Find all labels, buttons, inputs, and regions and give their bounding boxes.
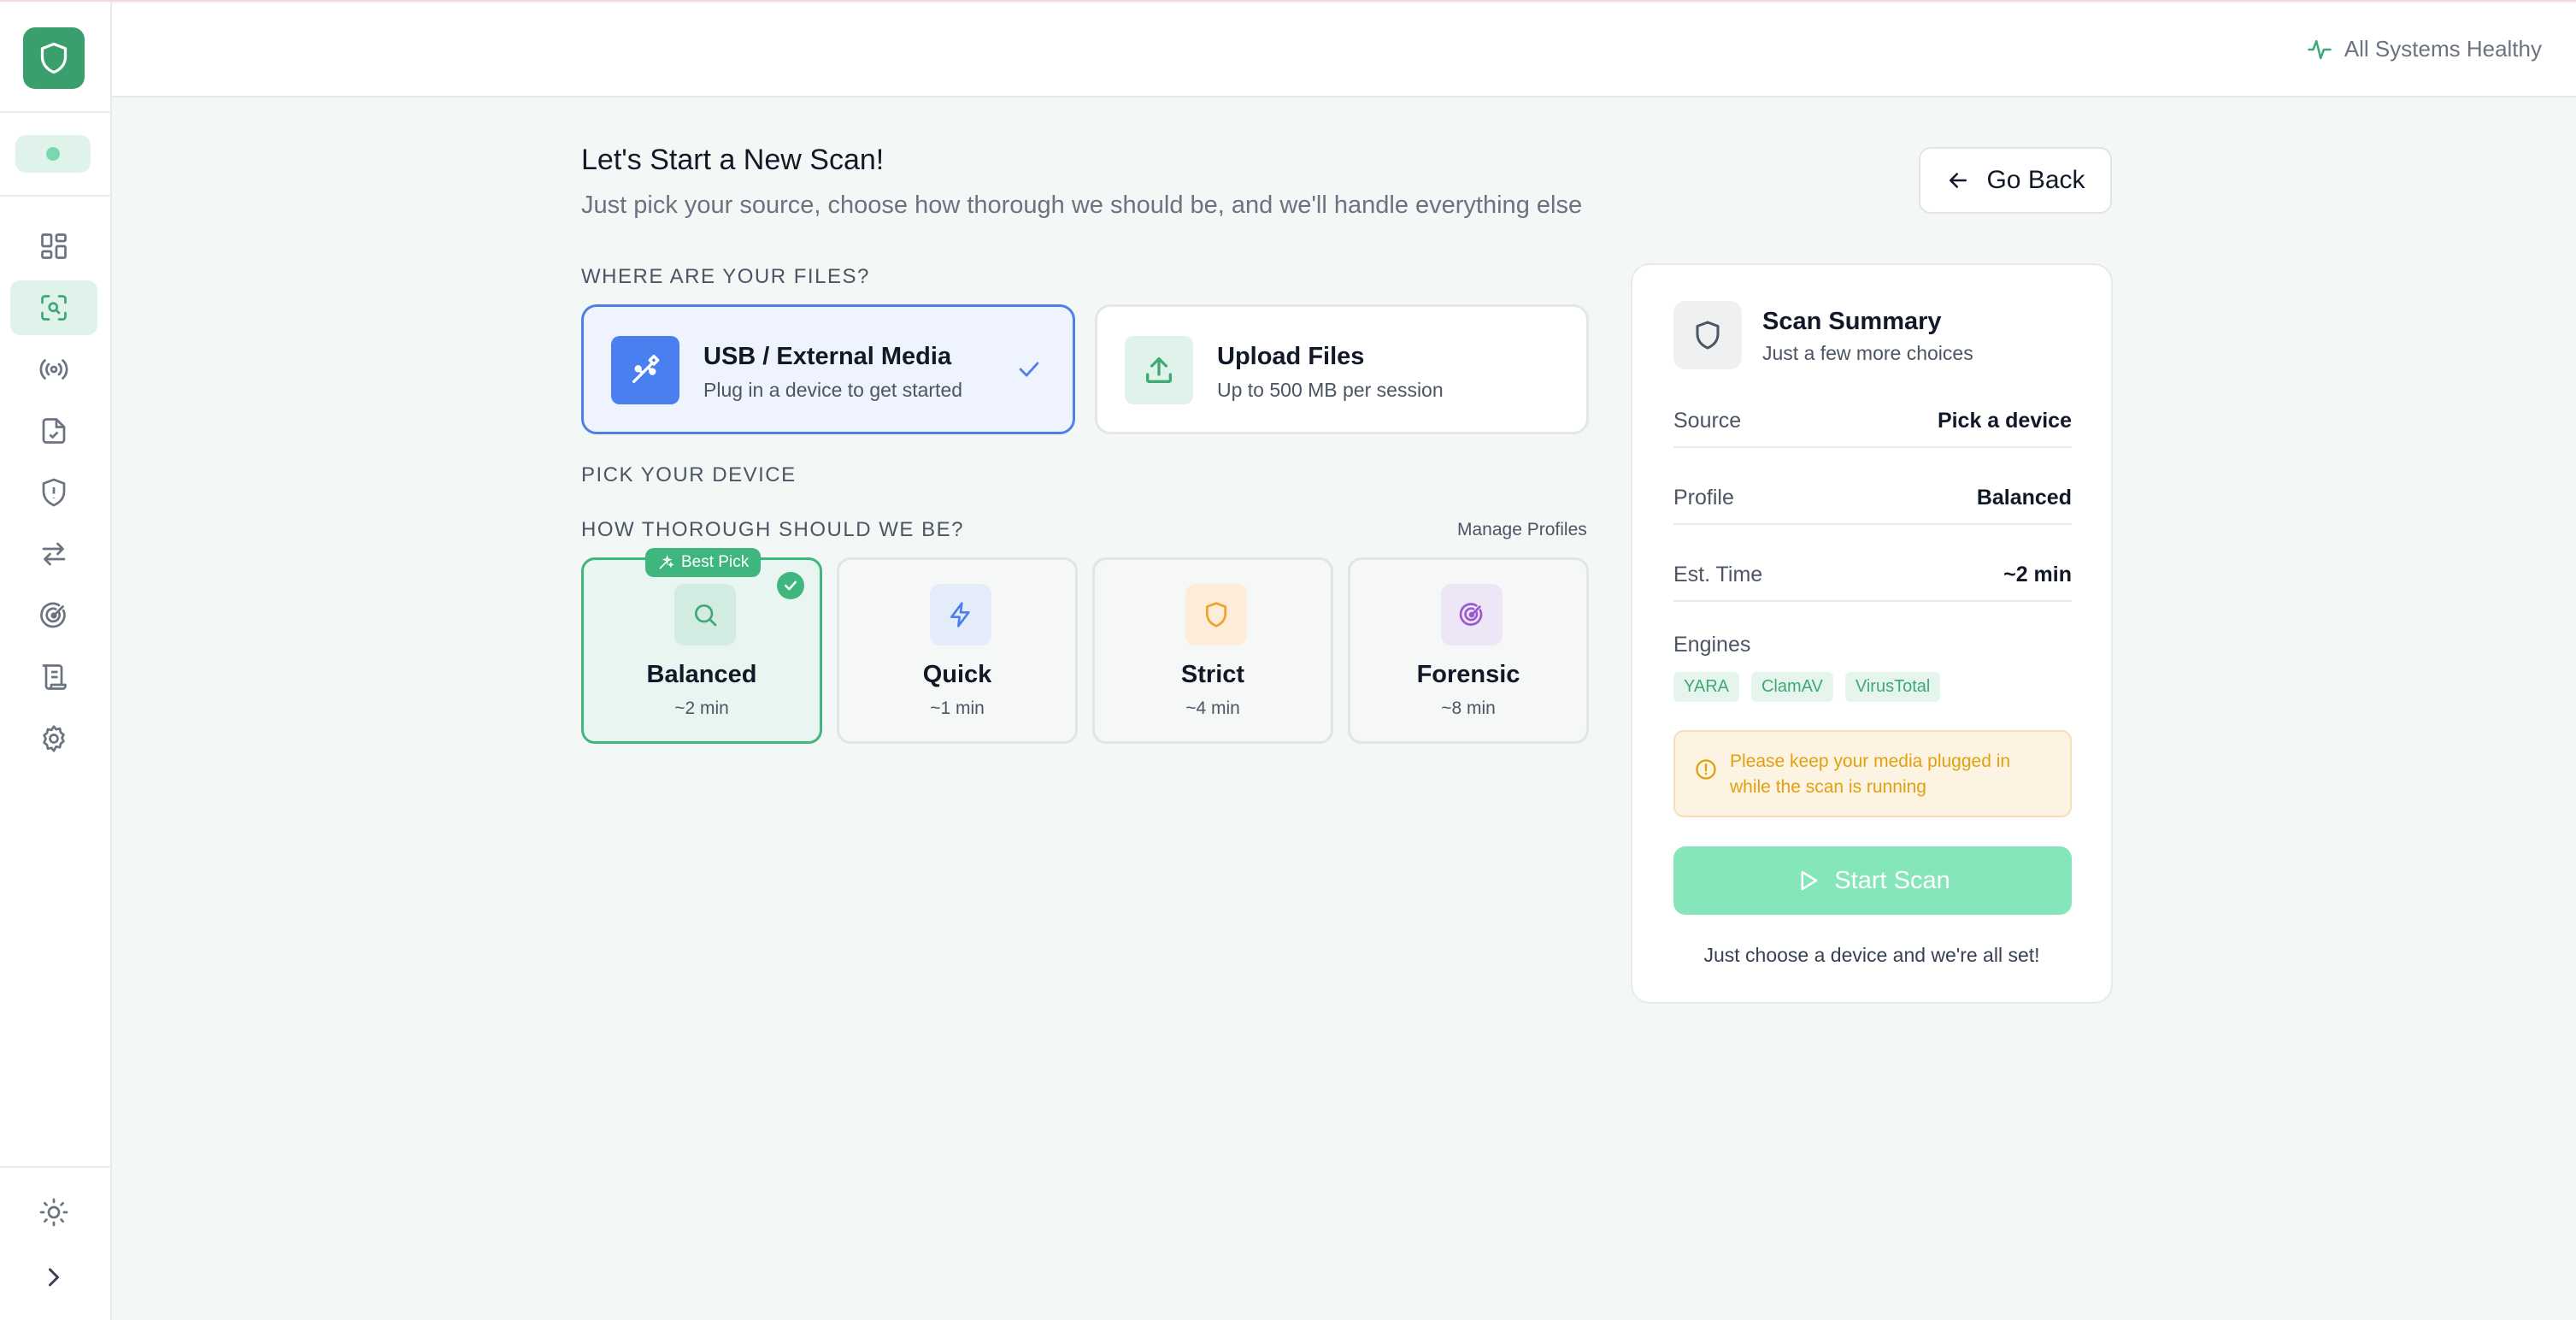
sidebar-divider [0,111,110,113]
summary-row-source: Source Pick a device [1673,409,2072,448]
sidebar-item-settings[interactable] [10,711,97,766]
alert-circle-icon [1696,759,1716,780]
scan-summary-panel: Scan Summary Just a few more choices Sou… [1631,263,2113,1004]
shield-alert-icon [42,478,66,507]
source-desc: Up to 500 MB per session [1217,379,1444,401]
engine-tags: YARA ClamAV VirusTotal [1673,672,1941,702]
best-pick-badge: Best Pick [645,548,762,577]
sidebar [0,2,112,1320]
shield-logo-icon [40,42,68,74]
sidebar-item-dashboard[interactable] [10,219,97,274]
profile-card-balanced[interactable]: Best Pick Balanced ~2 min [581,548,822,744]
page-title: Let's Start a New Scan! [581,144,885,176]
start-scan-label: Start Scan [1834,866,1950,894]
scan-icon [41,295,67,321]
profile-name: Quick [922,661,992,688]
play-icon [1801,870,1818,891]
files-section-label: WHERE ARE YOUR FILES? [581,265,870,288]
warning-notice: Please keep your media plugged in while … [1673,730,2072,817]
radar-icon [1441,584,1503,645]
shield-icon [1185,584,1247,645]
source-card-usb[interactable]: USB / External Media Plug in a device to… [581,304,1075,434]
shield-icon [1673,301,1742,369]
top-bar: All Systems Healthy [112,3,2576,97]
summary-row-value: Pick a device [1937,409,2072,433]
dashboard-icon [41,233,67,259]
profile-card-strict[interactable]: Strict ~4 min [1092,557,1333,744]
arrow-left-icon [1950,173,1967,188]
profile-name: Balanced [646,661,757,688]
page-subtitle: Just pick your source, choose how thorou… [581,192,1583,219]
profile-name: Forensic [1416,661,1520,688]
system-health-status[interactable]: All Systems Healthy [2307,36,2542,62]
summary-row-profile: Profile Balanced [1673,486,2072,525]
transfer-icon [42,542,66,566]
upload-icon [1125,336,1193,404]
lightning-icon [930,584,991,645]
engines-label: Engines [1673,633,1751,657]
warning-text: Please keep your media plugged in while … [1730,751,2011,797]
sidebar-divider [0,195,110,197]
radar-icon [40,602,66,628]
summary-row-value: Balanced [1976,486,2072,510]
summary-row-value: ~2 min [2003,563,2072,586]
profile-card-forensic[interactable]: Forensic ~8 min [1348,557,1589,744]
sidebar-item-transfers[interactable] [10,527,97,581]
engine-tag: ClamAV [1750,672,1833,702]
sidebar-item-logs[interactable] [10,650,97,704]
status-dot [46,147,60,161]
summary-footer-text: Just choose a device and we're all set! [1703,944,2040,966]
sidebar-item-threats[interactable] [10,465,97,520]
profile-time: ~8 min [1441,698,1496,718]
go-back-label: Go Back [1986,166,2085,194]
manage-profiles-link[interactable]: Manage Profiles [1457,520,1587,540]
summary-title: Scan Summary [1762,308,1942,335]
sparkles-icon [659,554,674,569]
best-pick-label: Best Pick [681,553,750,571]
sidebar-item-radar[interactable] [10,588,97,643]
source-name: USB / External Media [703,343,952,370]
system-health-label: All Systems Healthy [2344,36,2542,62]
usb-icon [611,336,679,404]
profile-card-quick[interactable]: Quick ~1 min [837,557,1078,744]
summary-row-key: Est. Time [1673,563,1763,586]
engine-tag: YARA [1673,672,1739,702]
sidebar-item-scan[interactable] [10,280,97,335]
search-icon [674,584,736,645]
device-section-label: PICK YOUR DEVICE [581,463,797,486]
go-back-button[interactable]: Go Back [1919,147,2112,214]
scroll-icon [42,664,67,690]
summary-row-est-time: Est. Time ~2 min [1673,563,2072,602]
file-check-icon [42,418,66,444]
broadcast-icon [39,359,68,380]
selected-check-icon [777,572,804,599]
summary-row-key: Profile [1673,486,1734,510]
source-name: Upload Files [1217,343,1365,370]
connection-status-pill [15,135,91,173]
sidebar-item-reports[interactable] [10,404,97,458]
profile-time: ~1 min [930,698,985,718]
check-icon [1019,362,1039,377]
app-logo[interactable] [23,27,85,89]
app-window: All Systems Healthy Let's Start a New Sc… [0,0,2576,1320]
expand-sidebar-button[interactable] [10,1250,97,1305]
theme-toggle[interactable] [10,1185,97,1240]
source-card-upload[interactable]: Upload Files Up to 500 MB per session [1095,304,1589,434]
profile-time: ~2 min [674,698,729,718]
profile-time: ~4 min [1185,698,1240,718]
summary-subtitle: Just a few more choices [1762,342,1973,364]
thoroughness-section-label: HOW THOROUGH SHOULD WE BE? [581,518,964,541]
start-scan-button[interactable]: Start Scan [1673,846,2072,915]
sidebar-item-monitor[interactable] [10,342,97,397]
chevron-right-icon [49,1268,59,1287]
source-desc: Plug in a device to get started [703,379,963,401]
profile-name: Strict [1180,661,1245,688]
activity-icon [2308,39,2332,59]
sun-icon [39,1198,68,1227]
sidebar-divider [0,1166,110,1168]
summary-row-key: Source [1673,409,1742,433]
gear-icon [43,725,65,752]
engine-tag: VirusTotal [1844,672,1941,702]
